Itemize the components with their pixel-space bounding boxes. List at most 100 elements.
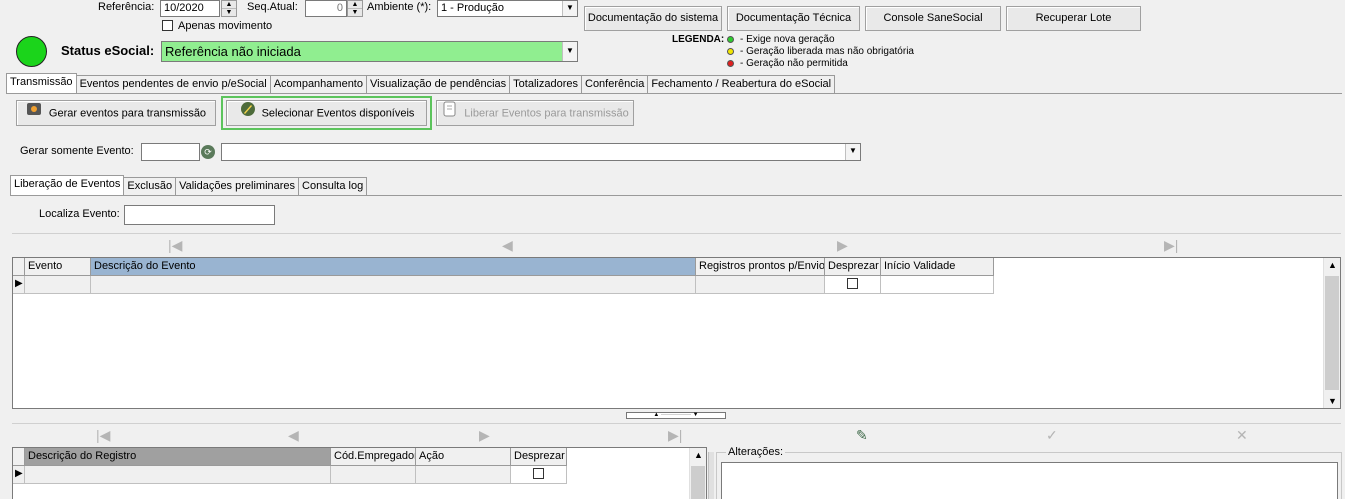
pencil-icon xyxy=(239,101,257,126)
tab-totalizadores[interactable]: Totalizadores xyxy=(509,75,582,93)
tab-liberacao-eventos[interactable]: Liberação de Eventos xyxy=(10,175,125,195)
current-row-icon: ▶ xyxy=(13,466,25,484)
legend-item-yellow: - Geração liberada mas não obrigatória xyxy=(727,46,914,57)
ambiente-select[interactable]: 1 - Produção ▼ xyxy=(437,0,578,17)
referencia-spinner[interactable]: ▲ ▼ xyxy=(221,0,237,17)
legend-item-green: - Exige nova geração xyxy=(727,34,835,45)
gerar-eventos-button[interactable]: Gerar eventos para transmissão xyxy=(16,100,216,126)
localiza-evento-input[interactable] xyxy=(124,205,275,225)
table-cell[interactable] xyxy=(25,466,331,484)
scrollbar-thumb[interactable] xyxy=(691,466,705,499)
evento-select[interactable]: ▼ xyxy=(221,143,861,161)
legenda-title: LEGENDA: xyxy=(672,34,725,45)
subtab-panel-border xyxy=(10,195,1342,196)
desprezar-checkbox[interactable] xyxy=(533,468,544,479)
table-cell[interactable] xyxy=(511,466,567,484)
table-cell[interactable] xyxy=(416,466,511,484)
scroll-up-icon[interactable]: ▲ xyxy=(1328,260,1337,270)
col-registros-prontos[interactable]: Registros prontos p/Envio xyxy=(696,258,825,276)
seq-atual-input[interactable]: 0 xyxy=(305,0,347,17)
documentacao-tecnica-button[interactable]: Documentação Técnica xyxy=(727,6,860,31)
scrollbar-thumb[interactable] xyxy=(1325,276,1339,390)
first-record-icon[interactable]: |◀ xyxy=(168,237,182,254)
chevron-down-icon[interactable]: ▼ xyxy=(845,144,860,160)
referencia-input[interactable]: 10/2020 xyxy=(160,0,220,17)
liberar-eventos-label: Liberar Eventos para transmissão xyxy=(464,107,629,120)
alteracoes-memo[interactable] xyxy=(721,462,1338,499)
status-esocial-select[interactable]: Referência não iniciada ▼ xyxy=(161,41,578,62)
col-inicio-validade[interactable]: Início Validade xyxy=(881,258,994,276)
tab-panel-border xyxy=(6,93,1342,94)
next-record-icon[interactable]: ▶ xyxy=(837,237,848,254)
tab-conferencia[interactable]: Conferência xyxy=(581,75,649,93)
vertical-scrollbar[interactable]: ▲ xyxy=(689,448,706,499)
current-row-icon: ▶ xyxy=(13,276,25,294)
tab-eventos-pendentes[interactable]: Eventos pendentes de envio p/eSocial xyxy=(75,75,271,93)
chevron-down-icon[interactable]: ▼ xyxy=(562,1,577,16)
sub-tabs: Liberação de Eventos Exclusão Validações… xyxy=(10,175,368,195)
row-indicator-header xyxy=(13,258,25,276)
col-descricao-registro[interactable]: Descrição do Registro xyxy=(25,448,331,466)
col-evento[interactable]: Evento xyxy=(25,258,91,276)
table-cell[interactable] xyxy=(881,276,994,294)
gear-icon xyxy=(26,101,44,126)
console-sanesocial-button[interactable]: Console SaneSocial xyxy=(865,6,1001,31)
alteracoes-label: Alterações: xyxy=(726,446,786,458)
tab-exclusao[interactable]: Exclusão xyxy=(123,177,177,195)
scroll-down-icon[interactable]: ▼ xyxy=(1328,396,1337,406)
tab-visualizacao-pendencias[interactable]: Visualização de pendências xyxy=(365,75,511,93)
table-cell[interactable] xyxy=(825,276,881,294)
prior-record-icon[interactable]: ◀ xyxy=(288,427,299,444)
col-descricao-evento[interactable]: Descrição do Evento xyxy=(91,258,696,276)
col-desprezar[interactable]: Desprezar xyxy=(825,258,881,276)
edit-icon[interactable]: ✎ xyxy=(856,427,868,444)
col-desprezar[interactable]: Desprezar xyxy=(511,448,567,466)
green-dot-icon xyxy=(727,35,734,43)
records-grid[interactable]: Descrição do Registro Cód.Empregador Açã… xyxy=(12,447,707,499)
tab-transmissao[interactable]: Transmissão xyxy=(6,73,77,93)
main-tabs: Transmissão Eventos pendentes de envio p… xyxy=(6,73,836,93)
table-cell[interactable] xyxy=(331,466,416,484)
referencia-label: Referência: xyxy=(98,1,155,13)
documentacao-sistema-button[interactable]: Documentação do sistema xyxy=(584,6,722,31)
table-cell[interactable] xyxy=(696,276,825,294)
yellow-dot-icon xyxy=(727,47,734,55)
col-acao[interactable]: Ação xyxy=(416,448,511,466)
events-grid[interactable]: Evento Descrição do Evento Registros pro… xyxy=(12,257,1341,409)
tab-consulta-log[interactable]: Consulta log xyxy=(298,177,368,195)
liberar-eventos-button[interactable]: Liberar Eventos para transmissão xyxy=(436,100,634,126)
gerar-somente-evento-label: Gerar somente Evento: xyxy=(20,145,134,157)
seq-atual-label: Seq.Atual: xyxy=(247,1,298,13)
selecionar-eventos-label: Selecionar Eventos disponíveis xyxy=(261,107,415,120)
next-record-icon[interactable]: ▶ xyxy=(479,427,490,444)
selecionar-eventos-button[interactable]: Selecionar Eventos disponíveis xyxy=(226,100,427,126)
seq-atual-spinner[interactable]: ▲ ▼ xyxy=(347,0,363,17)
recuperar-lote-button[interactable]: Recuperar Lote xyxy=(1006,6,1141,31)
tab-acompanhamento[interactable]: Acompanhamento xyxy=(269,75,367,93)
localiza-evento-label: Localiza Evento: xyxy=(39,208,120,220)
status-esocial-label: Status eSocial: xyxy=(61,43,155,58)
apenas-movimento-checkbox[interactable] xyxy=(162,20,173,31)
ambiente-label: Ambiente (*): xyxy=(367,1,432,13)
cancel-icon[interactable]: ✕ xyxy=(1236,427,1248,444)
last-record-icon[interactable]: ▶| xyxy=(1164,237,1178,254)
tab-fechamento-reabertura[interactable]: Fechamento / Reabertura do eSocial xyxy=(647,75,836,93)
legend-text: - Exige nova geração xyxy=(740,34,835,45)
row-indicator-header xyxy=(13,448,25,466)
first-record-icon[interactable]: |◀ xyxy=(96,427,110,444)
splitter-handle[interactable]: ▲ ··············· ▼ xyxy=(626,412,726,419)
table-cell[interactable] xyxy=(91,276,696,294)
confirm-icon[interactable]: ✓ xyxy=(1046,427,1058,444)
last-record-icon[interactable]: ▶| xyxy=(668,427,682,444)
scroll-up-icon[interactable]: ▲ xyxy=(694,450,703,460)
legend-item-red: - Geração não permitida xyxy=(727,58,848,69)
tab-validacoes-preliminares[interactable]: Validações preliminares xyxy=(175,177,300,195)
vertical-scrollbar[interactable]: ▲ ▼ xyxy=(1323,258,1340,408)
evento-code-input[interactable] xyxy=(141,143,200,161)
chevron-down-icon[interactable]: ▼ xyxy=(562,42,577,61)
table-cell[interactable] xyxy=(25,276,91,294)
prior-record-icon[interactable]: ◀ xyxy=(502,237,513,254)
desprezar-checkbox[interactable] xyxy=(847,278,858,289)
col-cod-empregador[interactable]: Cód.Empregador xyxy=(331,448,416,466)
search-icon[interactable]: ⟳ xyxy=(201,145,215,159)
